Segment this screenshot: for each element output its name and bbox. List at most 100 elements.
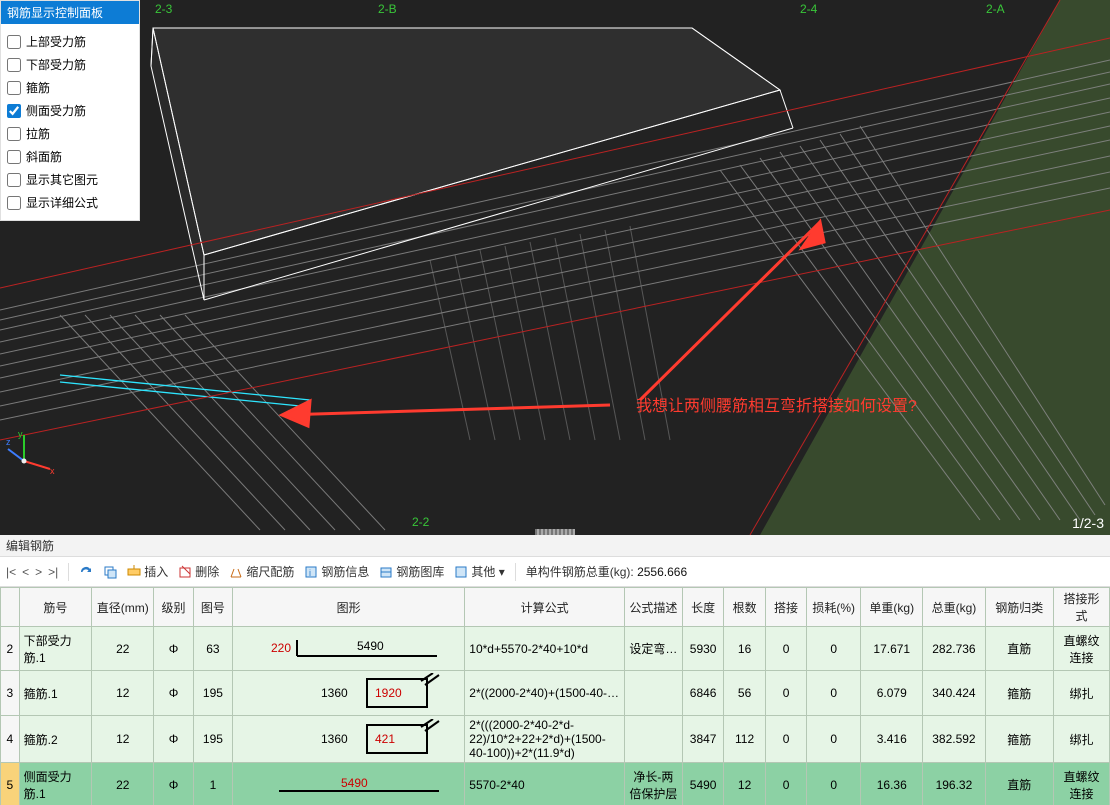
table-cell[interactable]: 6.079 [861, 671, 923, 716]
panel-option-4[interactable]: 拉筋 [7, 122, 133, 145]
table-cell[interactable]: 箍筋.1 [19, 671, 92, 716]
table-cell[interactable]: 5570-2*40 [465, 763, 625, 805]
table-cell[interactable]: 112 [724, 716, 765, 763]
table-cell[interactable]: 净长-两倍保护层 [624, 763, 682, 805]
delete-button[interactable]: 删除 [178, 563, 219, 580]
table-cell[interactable]: 2*(((2000-2*40-2*d-22)/10*2+22+2*d)+(150… [465, 716, 625, 763]
panel-option-0[interactable]: 上部受力筋 [7, 30, 133, 53]
table-cell[interactable]: 3847 [682, 716, 723, 763]
panel-checkbox-1[interactable] [7, 58, 21, 72]
axis-gizmo[interactable]: x y z [6, 429, 56, 479]
panel-checkbox-3[interactable] [7, 104, 21, 118]
panel-checkbox-5[interactable] [7, 150, 21, 164]
table-cell[interactable]: 设定弯… [624, 627, 682, 671]
panel-option-3[interactable]: 侧面受力筋 [7, 99, 133, 122]
table-cell[interactable]: 12 [724, 763, 765, 805]
table-cell[interactable]: 56 [724, 671, 765, 716]
column-header[interactable]: 根数 [724, 588, 765, 627]
table-cell[interactable]: 16.36 [861, 763, 923, 805]
other-dropdown[interactable]: 其他 ▾ [454, 563, 504, 580]
table-cell[interactable]: 1 [193, 763, 232, 805]
table-cell[interactable] [624, 671, 682, 716]
table-cell[interactable]: 12 [92, 671, 154, 716]
column-header[interactable]: 单重(kg) [861, 588, 923, 627]
column-header[interactable]: 级别 [154, 588, 193, 627]
table-cell[interactable]: 5 [1, 763, 20, 805]
table-cell[interactable]: Φ [154, 627, 193, 671]
table-row[interactable]: 2下部受力筋.122Φ63220549010*d+5570-2*40+10*d设… [1, 627, 1110, 671]
table-cell[interactable]: 22 [92, 627, 154, 671]
table-cell[interactable]: 绑扎 [1053, 671, 1109, 716]
table-cell[interactable]: 0 [765, 671, 806, 716]
table-cell[interactable]: 340.424 [923, 671, 985, 716]
table-cell[interactable]: 16 [724, 627, 765, 671]
column-header[interactable]: 公式描述 [624, 588, 682, 627]
panel-option-5[interactable]: 斜面筋 [7, 145, 133, 168]
column-header[interactable]: 筋号 [19, 588, 92, 627]
column-header[interactable]: 直径(mm) [92, 588, 154, 627]
table-cell[interactable]: Φ [154, 716, 193, 763]
table-cell[interactable]: 直筋 [985, 763, 1053, 805]
column-header[interactable]: 搭接形式 [1053, 588, 1109, 627]
panel-checkbox-6[interactable] [7, 173, 21, 187]
table-cell[interactable]: 382.592 [923, 716, 985, 763]
table-cell[interactable]: 196.32 [923, 763, 985, 805]
table-cell[interactable]: 6846 [682, 671, 723, 716]
table-cell[interactable]: 绑扎 [1053, 716, 1109, 763]
nav-last[interactable]: >| [48, 565, 58, 579]
table-cell[interactable]: 0 [807, 763, 861, 805]
table-row[interactable]: 4箍筋.212Φ19513604212*(((2000-2*40-2*d-22)… [1, 716, 1110, 763]
column-header[interactable]: 搭接 [765, 588, 806, 627]
table-cell[interactable]: 箍筋 [985, 716, 1053, 763]
table-cell[interactable]: 195 [193, 671, 232, 716]
table-cell[interactable]: 直螺纹连接 [1053, 763, 1109, 805]
library-button[interactable]: 钢筋图库 [379, 563, 444, 580]
shape-cell[interactable]: 13601920 [233, 671, 465, 716]
table-cell[interactable]: 5930 [682, 627, 723, 671]
panel-checkbox-4[interactable] [7, 127, 21, 141]
panel-checkbox-2[interactable] [7, 81, 21, 95]
table-cell[interactable]: Φ [154, 763, 193, 805]
shape-cell[interactable]: 1360421 [233, 716, 465, 763]
table-cell[interactable] [624, 716, 682, 763]
table-cell[interactable]: 0 [807, 671, 861, 716]
table-cell[interactable]: 12 [92, 716, 154, 763]
column-header[interactable]: 长度 [682, 588, 723, 627]
table-cell[interactable]: 2 [1, 627, 20, 671]
panel-option-7[interactable]: 显示详细公式 [7, 191, 133, 214]
table-cell[interactable]: 63 [193, 627, 232, 671]
panel-option-6[interactable]: 显示其它图元 [7, 168, 133, 191]
table-cell[interactable]: 5490 [682, 763, 723, 805]
table-cell[interactable]: 箍筋 [985, 671, 1053, 716]
info-button[interactable]: i 钢筋信息 [304, 563, 369, 580]
table-cell[interactable]: 195 [193, 716, 232, 763]
table-cell[interactable]: 10*d+5570-2*40+10*d [465, 627, 625, 671]
table-cell[interactable]: 侧面受力筋.1 [19, 763, 92, 805]
shape-cell[interactable]: 5490 [233, 763, 465, 805]
insert-button[interactable]: 插入 [127, 563, 168, 580]
table-cell[interactable]: 2*((2000-2*40)+(1500-40-… [465, 671, 625, 716]
rebar-table[interactable]: 筋号直径(mm)级别图号图形计算公式公式描述长度根数搭接损耗(%)单重(kg)总… [0, 587, 1110, 805]
scale-button[interactable]: 缩尺配筋 [229, 563, 294, 580]
nav-prev[interactable]: < [22, 565, 29, 579]
table-cell[interactable]: 4 [1, 716, 20, 763]
table-cell[interactable]: 3 [1, 671, 20, 716]
panel-checkbox-0[interactable] [7, 35, 21, 49]
table-row[interactable]: 3箍筋.112Φ195136019202*((2000-2*40)+(1500-… [1, 671, 1110, 716]
table-cell[interactable]: 0 [807, 716, 861, 763]
table-cell[interactable]: 直螺纹连接 [1053, 627, 1109, 671]
table-cell[interactable]: 0 [765, 716, 806, 763]
column-header[interactable]: 总重(kg) [923, 588, 985, 627]
table-cell[interactable]: 0 [807, 627, 861, 671]
splitter-handle[interactable] [535, 529, 575, 535]
table-cell[interactable]: 17.671 [861, 627, 923, 671]
table-cell[interactable]: 3.416 [861, 716, 923, 763]
column-header[interactable]: 损耗(%) [807, 588, 861, 627]
table-cell[interactable]: 0 [765, 627, 806, 671]
column-header[interactable] [1, 588, 20, 627]
table-row[interactable]: 5侧面受力筋.122Φ154905570-2*40净长-两倍保护层5490120… [1, 763, 1110, 805]
table-cell[interactable]: 22 [92, 763, 154, 805]
table-cell[interactable]: 下部受力筋.1 [19, 627, 92, 671]
nav-first[interactable]: |< [6, 565, 16, 579]
column-header[interactable]: 计算公式 [465, 588, 625, 627]
